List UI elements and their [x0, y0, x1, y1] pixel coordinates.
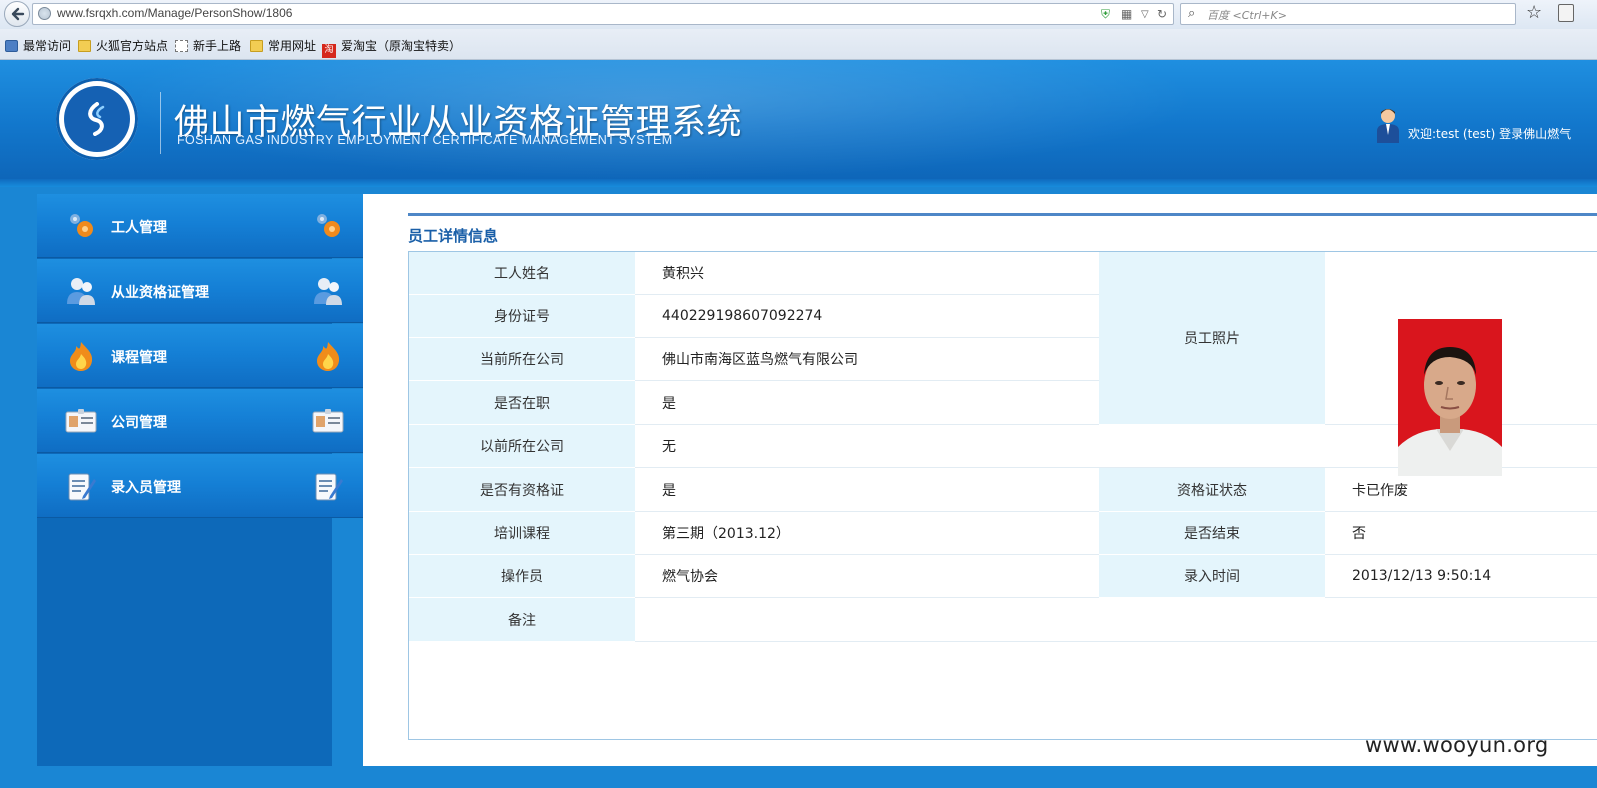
shield-icon[interactable]: ⛨: [1101, 7, 1110, 22]
bookmark-firefox-site[interactable]: 火狐官方站点: [78, 37, 168, 53]
section-title: 员工详情信息: [408, 227, 499, 245]
value-worker-name: 黄积兴: [635, 252, 1099, 295]
bookmark-ai-taobao[interactable]: 淘爱淘宝（原淘宝特卖）: [322, 37, 462, 58]
welcome-text: 欢迎:test (test) 登录佛山燃气: [1408, 127, 1572, 141]
app-header: 佛山市燃气行业从业资格证管理系统 FOSHAN GAS INDUSTRY EMP…: [0, 60, 1597, 179]
value-finished: 否: [1325, 512, 1597, 555]
gears-icon: [317, 214, 340, 237]
person-portrait-image: [1398, 347, 1502, 476]
sidebar-item-label: 录入员管理: [111, 480, 181, 496]
menu-button[interactable]: [1558, 4, 1574, 22]
employee-photo: [1398, 319, 1502, 476]
header-divider: [160, 92, 161, 154]
value-entry-time: 2013/12/13 9:50:14: [1325, 555, 1597, 598]
gears-icon: [70, 214, 93, 237]
main-content: 员工详情信息 工人姓名 黄积兴 身份证号 440229198607092274 …: [363, 194, 1597, 766]
site-identity-icon[interactable]: [38, 7, 51, 20]
new-page-icon: [175, 40, 188, 52]
content-top-rule: [408, 213, 1597, 216]
users-icon: [67, 278, 95, 305]
reload-icon[interactable]: ↻: [1157, 7, 1167, 21]
employee-detail-table: 工人姓名 黄积兴 身份证号 440229198607092274 当前所在公司 …: [408, 251, 1597, 740]
back-button[interactable]: [4, 1, 30, 27]
back-arrow-icon: [11, 7, 25, 21]
flame-icon: [317, 342, 340, 371]
logo-emblem: [64, 86, 130, 152]
folder-icon: [250, 40, 263, 52]
label-id-number: 身份证号: [409, 295, 635, 338]
bookmark-label: 火狐官方站点: [96, 39, 169, 53]
label-training-course: 培训课程: [409, 512, 635, 555]
label-previous-company: 以前所在公司: [409, 425, 635, 468]
label-has-certificate: 是否有资格证: [409, 468, 635, 512]
sidebar-item-label: 从业资格证管理: [111, 285, 209, 301]
sidebar-item-label: 公司管理: [111, 415, 167, 431]
label-finished: 是否结束: [1099, 512, 1325, 555]
bookmark-label: 新手上路: [193, 39, 242, 53]
url-text[interactable]: www.fsrqxh.com/Manage/PersonShow/1806: [57, 6, 292, 20]
most-visited-icon: [5, 40, 18, 52]
value-remark: [635, 598, 1597, 642]
label-operator: 操作员: [409, 555, 635, 598]
search-box[interactable]: ⌕ 百度 <Ctrl+K>: [1180, 3, 1516, 25]
sidebar-item-certificate-management[interactable]: 从业资格证管理: [37, 259, 363, 323]
value-has-certificate: 是: [635, 468, 1099, 512]
header-stripe: [0, 179, 1597, 187]
sidebar-item-label: 课程管理: [111, 350, 167, 366]
user-avatar-icon: [1377, 109, 1399, 143]
taobao-icon: 淘: [322, 44, 336, 58]
label-entry-time: 录入时间: [1099, 555, 1325, 598]
gas-flame-logo-icon: [88, 102, 105, 136]
sidebar-item-operator-management[interactable]: 录入员管理: [37, 454, 363, 518]
bookmark-label: 爱淘宝（原淘宝特卖）: [341, 39, 462, 53]
id-card-icon: [65, 409, 97, 433]
watermark-text: www.wooyun.org: [1365, 733, 1549, 757]
bookmark-label: 常用网址: [268, 39, 317, 53]
value-id-number: 440229198607092274: [635, 295, 1099, 338]
users-icon: [314, 278, 342, 305]
bookmark-common-sites[interactable]: 常用网址: [250, 37, 316, 53]
notepad-icon: [315, 473, 343, 501]
label-worker-name: 工人姓名: [409, 252, 635, 295]
app-subtitle: FOSHAN GAS INDUSTRY EMPLOYMENT CERTIFICA…: [177, 133, 673, 147]
notepad-icon: [68, 473, 96, 501]
search-icon: ⌕: [1188, 6, 1196, 21]
sidebar-nav: 工人管理 从业资格证管理 课程管理 公司管理 录入员管理: [37, 194, 363, 520]
browser-toolbar: www.fsrqxh.com/Manage/PersonShow/1806 ⛨ …: [0, 0, 1597, 30]
sidebar-item-label: 工人管理: [111, 220, 167, 236]
label-certificate-status: 资格证状态: [1099, 468, 1325, 512]
value-training-course: 第三期（2013.12）: [635, 512, 1099, 555]
label-remark: 备注: [409, 598, 635, 642]
address-bar[interactable]: www.fsrqxh.com/Manage/PersonShow/1806 ⛨ …: [32, 3, 1174, 25]
bookmark-most-visited[interactable]: 最常访问: [5, 37, 71, 53]
value-operator: 燃气协会: [635, 555, 1099, 598]
dropdown-arrow-icon[interactable]: ▽: [1141, 9, 1149, 20]
label-employed: 是否在职: [409, 381, 635, 425]
bookmark-label: 最常访问: [23, 39, 72, 53]
label-current-company: 当前所在公司: [409, 338, 635, 381]
search-placeholder[interactable]: 百度 <Ctrl+K>: [1207, 7, 1287, 23]
bookmark-getting-started[interactable]: 新手上路: [175, 37, 241, 53]
value-current-company: 佛山市南海区蓝鸟燃气有限公司: [635, 338, 1099, 381]
association-logo: [56, 78, 138, 160]
id-card-icon: [312, 409, 344, 433]
sidebar-item-worker-management[interactable]: 工人管理: [37, 194, 363, 258]
flame-icon: [70, 342, 93, 371]
folder-icon: [78, 40, 91, 52]
sidebar-item-company-management[interactable]: 公司管理: [37, 389, 363, 453]
bookmark-star-icon[interactable]: ☆: [1526, 2, 1542, 23]
label-employee-photo: 员工照片: [1099, 252, 1325, 425]
qr-code-icon[interactable]: ▦: [1121, 7, 1132, 21]
bookmarks-toolbar: 最常访问 火狐官方站点 新手上路 常用网址 淘爱淘宝（原淘宝特卖）: [0, 29, 1597, 60]
value-employed: 是: [635, 381, 1099, 425]
sidebar-item-course-management[interactable]: 课程管理: [37, 324, 363, 388]
